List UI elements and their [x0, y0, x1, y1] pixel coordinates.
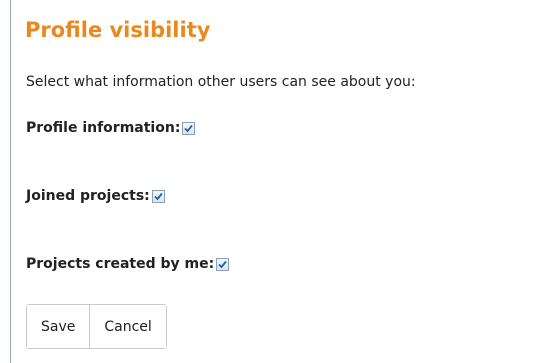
intro-text: Select what information other users can …: [26, 74, 416, 90]
checkmark-icon: [154, 192, 163, 200]
checkmark-icon: [184, 124, 194, 132]
option-joined-projects: Joined projects:: [26, 188, 165, 204]
checkmark-icon: [218, 260, 227, 268]
option-label: Profile information:: [26, 120, 181, 136]
option-profile-information: Profile information:: [26, 120, 196, 136]
option-projects-created: Projects created by me:: [26, 256, 230, 272]
form-button-group: Save Cancel: [26, 304, 167, 349]
joined-projects-checkbox[interactable]: [151, 189, 165, 203]
profile-information-checkbox[interactable]: [182, 121, 196, 135]
save-button[interactable]: Save: [27, 305, 90, 348]
cancel-button[interactable]: Cancel: [89, 305, 166, 348]
option-label: Projects created by me:: [26, 256, 215, 272]
projects-created-checkbox[interactable]: [216, 257, 230, 271]
section-title: Profile visibility: [25, 18, 211, 42]
option-label: Joined projects:: [26, 188, 150, 204]
profile-visibility-panel: Profile visibility Select what informati…: [10, 0, 549, 363]
